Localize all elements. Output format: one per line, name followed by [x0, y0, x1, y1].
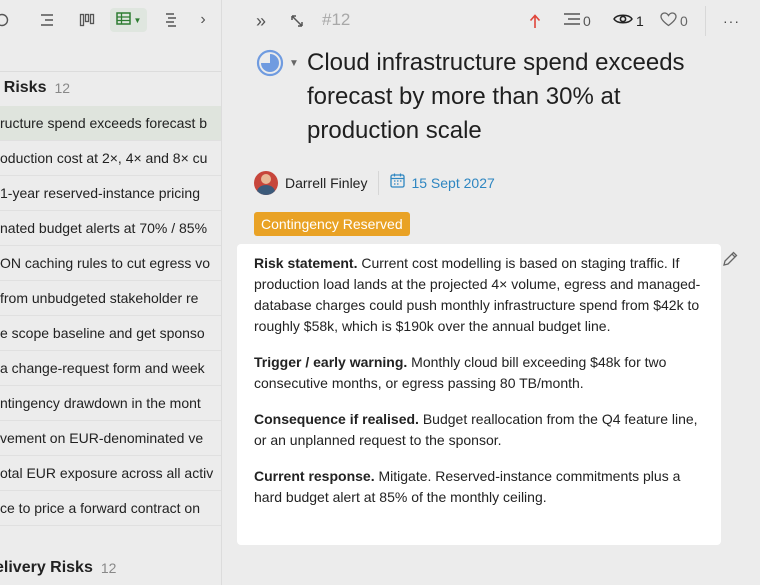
table-row[interactable]: 1-year reserved-instance pricing: [0, 176, 221, 211]
more-options-icon[interactable]: ···: [723, 10, 740, 32]
watchers-count: 1: [636, 13, 644, 29]
table-row[interactable]: ON caching rules to cut egress vo: [0, 246, 221, 281]
risk-title[interactable]: Cloud infrastructure spend exceeds forec…: [307, 46, 727, 148]
likes-count: 0: [680, 13, 688, 29]
table-row[interactable]: a change-request form and week: [0, 351, 221, 386]
subtasks-button[interactable]: 0: [563, 10, 591, 32]
board-columns-icon[interactable]: [76, 8, 98, 32]
risk-list-pane: ▼ › t Risks 12 ructure spend exceeds for…: [0, 0, 222, 585]
fullscreen-icon[interactable]: [289, 10, 305, 32]
group-title: t Risks: [0, 79, 47, 96]
table-row[interactable]: ntingency drawdown in the mont: [0, 386, 221, 421]
subtasks-count: 0: [583, 13, 591, 29]
table-row[interactable]: e scope baseline and get sponso: [0, 316, 221, 351]
table-row[interactable]: ce to price a forward contract on: [0, 491, 221, 526]
list-toolbar: ▼ ›: [0, 0, 221, 40]
section-heading: Trigger / early warning.: [254, 354, 408, 370]
status-badge[interactable]: Contingency Reserved: [254, 212, 410, 236]
table-row[interactable]: from unbudgeted stakeholder re: [0, 281, 221, 316]
priority-arrow-icon[interactable]: [529, 10, 541, 32]
status-progress-icon[interactable]: [256, 49, 284, 77]
group-count: 12: [54, 80, 71, 96]
list-indent-icon[interactable]: [36, 8, 58, 32]
subtasks-icon: [563, 12, 581, 30]
heart-icon: [660, 11, 677, 31]
detail-toolbar: » #12 0 1 0 ···: [223, 0, 760, 42]
description-section: Current response. Mitigate. Reserved-ins…: [254, 466, 704, 508]
table-row[interactable]: oduction cost at 2×, 4× and 8× cu: [0, 141, 221, 176]
like-button[interactable]: 0: [660, 10, 688, 32]
table-view-button[interactable]: ▼: [110, 8, 147, 32]
description-section: Trigger / early warning. Monthly cloud b…: [254, 352, 704, 394]
caret-down-icon[interactable]: ▼: [289, 58, 299, 69]
chevron-right-icon[interactable]: ›: [196, 8, 210, 32]
caret-down-icon: ▼: [133, 15, 142, 25]
group-title: elivery Risks: [0, 559, 93, 576]
table-row[interactable]: ructure spend exceeds forecast b: [0, 106, 221, 141]
issue-number: #12: [322, 10, 351, 29]
group-header[interactable]: elivery Risks 12: [0, 551, 116, 585]
table-row[interactable]: nated budget alerts at 70% / 85%: [0, 211, 221, 246]
group-count: 12: [100, 560, 117, 576]
timeline-icon[interactable]: [160, 8, 182, 32]
description-card[interactable]: Risk statement. Current cost modelling i…: [237, 244, 721, 545]
description-section: Consequence if realised. Budget realloca…: [254, 409, 704, 451]
toolbar-divider: [705, 6, 706, 36]
circle-icon[interactable]: [0, 8, 12, 32]
meta-divider: [378, 171, 380, 195]
table-view-icon: [115, 12, 131, 28]
eye-icon: [613, 12, 633, 30]
expand-icon[interactable]: »: [256, 10, 266, 32]
risk-detail-pane: » #12 0 1 0 ··· ▼ Cloud infrastructure s…: [223, 0, 760, 585]
avatar[interactable]: [254, 171, 278, 195]
section-heading: Current response.: [254, 468, 375, 484]
due-date[interactable]: 15 Sept 2027: [411, 175, 494, 191]
table-row[interactable]: otal EUR exposure across all activ: [0, 456, 221, 491]
calendar-icon: [390, 173, 406, 193]
description-section: Risk statement. Current cost modelling i…: [254, 253, 704, 337]
group-header[interactable]: t Risks 12: [0, 71, 70, 105]
table-row[interactable]: vement on EUR-denominated ve: [0, 421, 221, 456]
edit-pencil-icon[interactable]: [721, 250, 739, 268]
meta-row: Darrell Finley 15 Sept 2027: [254, 168, 495, 198]
section-heading: Consequence if realised.: [254, 411, 419, 427]
owner-name[interactable]: Darrell Finley: [285, 175, 367, 191]
section-heading: Risk statement.: [254, 255, 358, 271]
watchers-button[interactable]: 1: [613, 10, 644, 32]
